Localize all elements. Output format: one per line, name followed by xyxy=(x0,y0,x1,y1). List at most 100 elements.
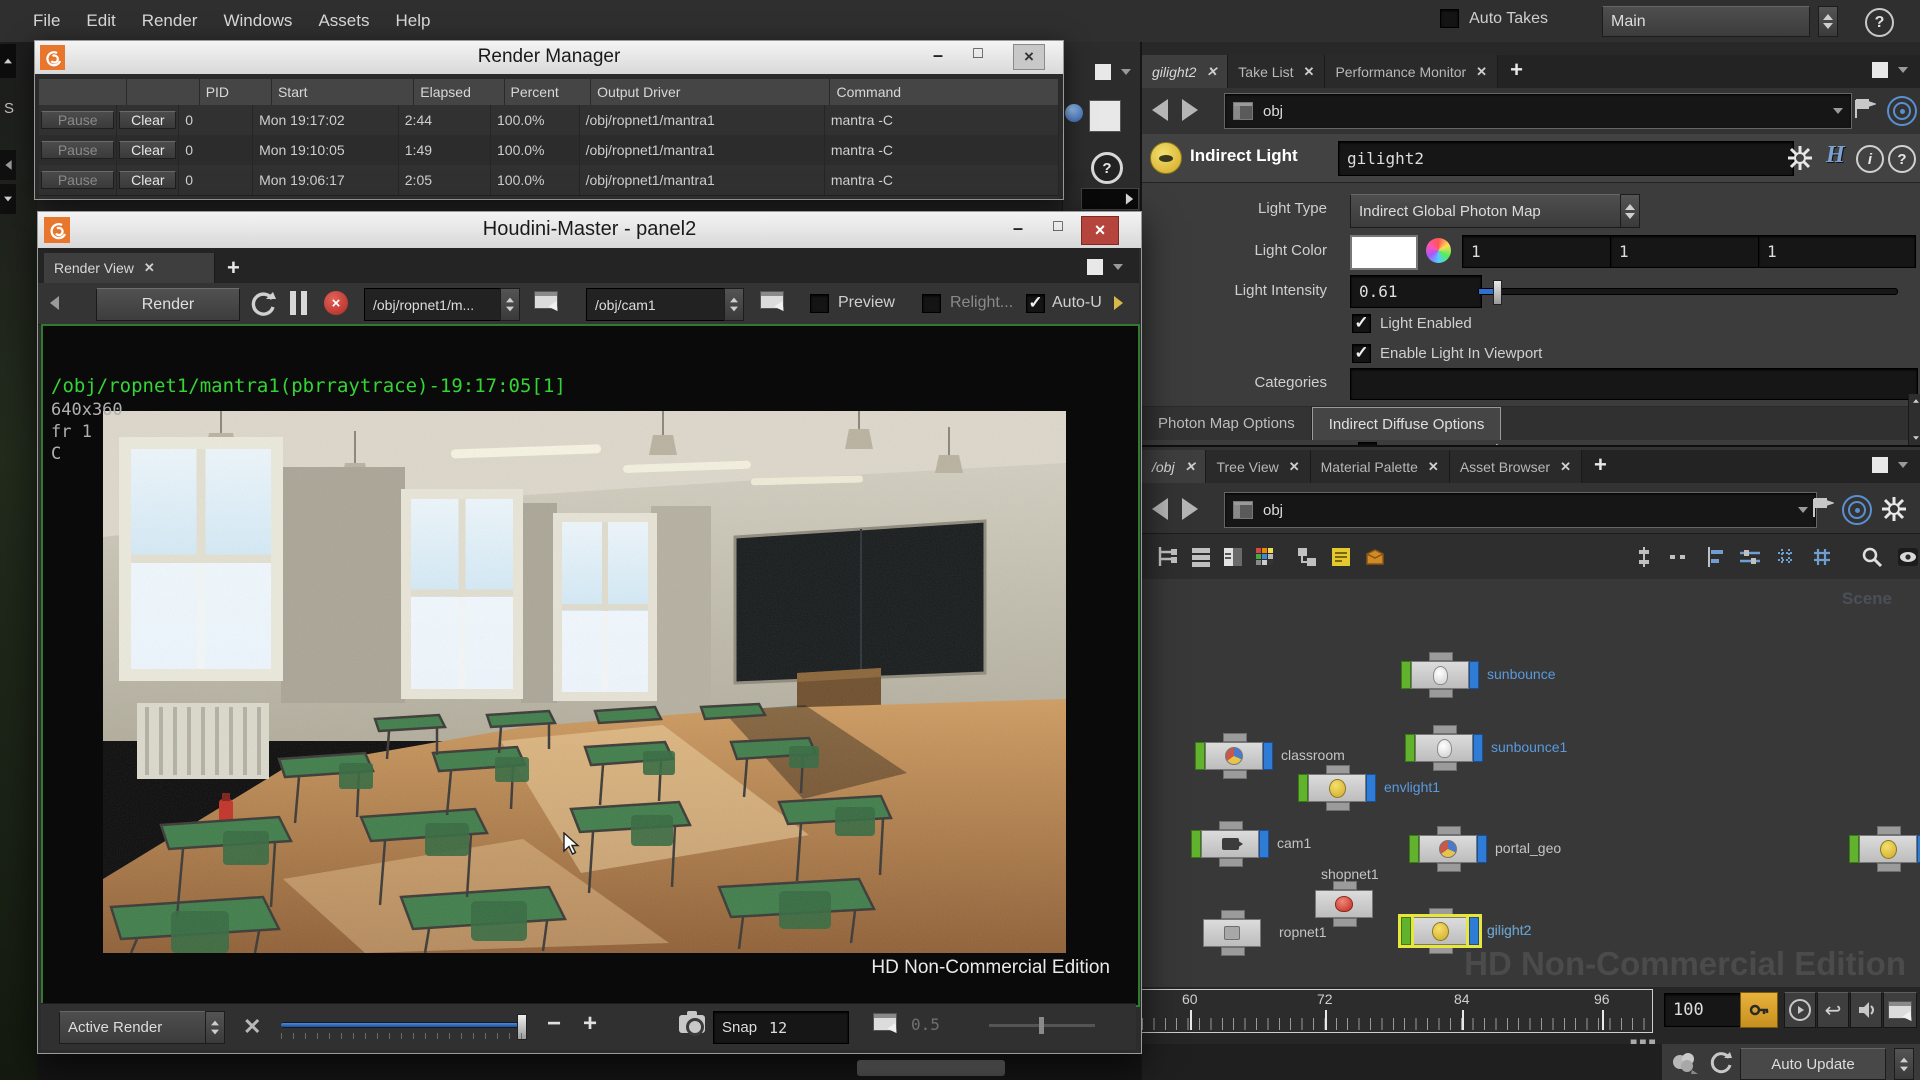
node-display-flag[interactable] xyxy=(1191,830,1201,858)
pin-icon[interactable] xyxy=(1810,495,1834,521)
close-tab-icon[interactable]: ✕ xyxy=(1560,459,1571,475)
node-output-connector[interactable] xyxy=(1223,770,1247,779)
light-intensity-field[interactable]: 0.61 xyxy=(1350,275,1482,308)
overflow-button[interactable] xyxy=(1081,188,1139,210)
render-viewport[interactable]: /obj/ropnet1/mantra1(pbrraytrace)-19:17:… xyxy=(41,324,1140,1007)
checkbox-light-enabled[interactable]: ✓ xyxy=(1352,314,1371,333)
close-tab-icon[interactable]: ✕ xyxy=(1289,459,1300,475)
node-input-connector[interactable] xyxy=(1433,725,1457,734)
menu-item-edit[interactable]: Edit xyxy=(75,5,126,37)
list-view-icon[interactable] xyxy=(1188,544,1214,570)
render-flipbook-button[interactable] xyxy=(1883,992,1917,1028)
align-h-icon[interactable] xyxy=(1737,544,1763,570)
new-tab-button[interactable]: + xyxy=(215,253,252,283)
timeline-ruler[interactable]: 60728496 xyxy=(1142,989,1653,1033)
close-tab-icon[interactable]: ✕ xyxy=(1206,64,1217,80)
node-render-flag[interactable] xyxy=(1473,734,1483,762)
subtab-photon-map-options[interactable]: Photon Map Options xyxy=(1142,407,1312,440)
path-field[interactable]: obj xyxy=(1224,492,1817,528)
network-canvas[interactable]: Scene HD Non-Commercial Edition sunbounc… xyxy=(1142,579,1920,987)
node-output-connector[interactable] xyxy=(1429,945,1453,954)
tree-view-icon[interactable] xyxy=(1154,544,1180,570)
preview-checkbox[interactable] xyxy=(810,294,829,313)
snapshot-field[interactable]: Snap 12 xyxy=(713,1011,849,1044)
rop-spinner[interactable] xyxy=(500,288,520,321)
color-wheel-icon[interactable] xyxy=(1426,238,1451,263)
clear-image-icon[interactable]: ✕ xyxy=(243,1014,261,1040)
close-tab-icon[interactable]: ✕ xyxy=(1428,459,1439,475)
node-input-connector[interactable] xyxy=(1437,826,1461,835)
menu-item-assets[interactable]: Assets xyxy=(307,5,380,37)
zoom-icon[interactable] xyxy=(1859,544,1885,570)
snapshot-camera-icon[interactable] xyxy=(679,1015,705,1033)
scroll-left-icon[interactable] xyxy=(0,150,16,180)
node-render-flag[interactable] xyxy=(1263,742,1273,770)
close-tab-icon[interactable]: ✕ xyxy=(1304,64,1315,80)
node-input-connector[interactable] xyxy=(1429,652,1453,661)
node-input-connector[interactable] xyxy=(1877,826,1901,835)
auto-takes-checkbox[interactable] xyxy=(1440,9,1459,28)
nav-back-icon[interactable] xyxy=(1152,99,1168,121)
node-body[interactable] xyxy=(1315,890,1373,918)
pane-menu-icon[interactable] xyxy=(1898,462,1908,468)
render-job-row[interactable]: PauseClear0Mon 19:10:051:49100.0%/obj/ro… xyxy=(39,135,1059,165)
render-view-tab[interactable]: Render View ✕ xyxy=(44,253,215,283)
tab-take-list[interactable]: Take List✕ xyxy=(1228,55,1325,88)
path-dropdown-icon[interactable] xyxy=(1833,108,1843,114)
close-button[interactable]: × xyxy=(1081,216,1119,245)
node-render-flag[interactable] xyxy=(1366,774,1376,802)
help-icon[interactable]: ? xyxy=(1865,8,1894,37)
slider-handle[interactable] xyxy=(1493,280,1502,305)
node-output-connector[interactable] xyxy=(1326,802,1350,811)
render-manager-titlebar[interactable]: Render Manager – □ × xyxy=(35,41,1063,74)
pane-menu-icon[interactable] xyxy=(1898,67,1908,73)
subtab-indirect-diffuse-options[interactable]: Indirect Diffuse Options xyxy=(1312,407,1502,442)
node-input-connector[interactable] xyxy=(1223,733,1247,742)
params-scrollbar[interactable] xyxy=(1908,394,1920,445)
close-tab-icon[interactable]: ✕ xyxy=(144,260,155,276)
gear-icon[interactable] xyxy=(1786,144,1814,172)
layout-icon[interactable] xyxy=(1294,544,1320,570)
gear-icon[interactable] xyxy=(1880,495,1908,523)
node-input-connector[interactable] xyxy=(1429,908,1453,917)
node-input-connector[interactable] xyxy=(1333,881,1357,890)
pane-maximize-icon[interactable] xyxy=(1087,259,1103,275)
display-mode-selector[interactable]: Active Render xyxy=(59,1011,221,1044)
zoom-in-button[interactable]: + xyxy=(583,1010,597,1038)
node-body[interactable] xyxy=(1205,742,1263,770)
menu-item-render[interactable]: Render xyxy=(131,5,209,37)
maximize-button[interactable]: □ xyxy=(1045,218,1071,240)
node-body[interactable] xyxy=(1201,830,1259,858)
auto-update-checkbox[interactable]: ✓ xyxy=(1026,294,1045,313)
node-display-flag[interactable] xyxy=(1849,835,1859,863)
checkbox-enable-light-in-viewport[interactable]: ✓ xyxy=(1352,344,1371,363)
help-icon[interactable]: ? xyxy=(1091,152,1123,184)
collapse-toolbar-icon[interactable] xyxy=(50,296,59,310)
follow-selection-icon[interactable] xyxy=(1842,495,1872,525)
relight-checkbox[interactable] xyxy=(922,294,941,313)
playback-controls-button[interactable] xyxy=(1784,992,1816,1028)
tab-asset-browser[interactable]: Asset Browser✕ xyxy=(1450,450,1582,483)
visibility-icon[interactable] xyxy=(1895,544,1920,570)
node-input-connector[interactable] xyxy=(1221,910,1245,919)
node-render-flag[interactable] xyxy=(1469,917,1479,945)
update-mode-spinner[interactable] xyxy=(1894,1048,1914,1080)
sticky-note-icon[interactable] xyxy=(1328,544,1354,570)
grid-icon[interactable] xyxy=(1809,544,1835,570)
snap-grid-icon[interactable] xyxy=(1773,544,1799,570)
categories-field[interactable] xyxy=(1350,368,1918,400)
node-display-flag[interactable] xyxy=(1405,734,1415,762)
path-dropdown-icon[interactable] xyxy=(1798,507,1808,513)
node-output-connector[interactable] xyxy=(1437,863,1461,872)
shelf-box-icon[interactable] xyxy=(1362,544,1388,570)
clear-button[interactable]: Clear xyxy=(119,141,176,159)
node-display-flag[interactable] xyxy=(1195,742,1205,770)
refresh-render-icon[interactable] xyxy=(250,290,278,318)
render-button[interactable]: Render xyxy=(96,288,240,321)
light-color-component-2[interactable]: 1 xyxy=(1758,235,1916,268)
nav-forward-icon[interactable] xyxy=(1182,99,1198,121)
nav-forward-icon[interactable] xyxy=(1182,498,1198,520)
pane-menu-icon[interactable] xyxy=(1113,264,1123,270)
render-job-row[interactable]: PauseClear0Mon 19:06:172:05100.0%/obj/ro… xyxy=(39,165,1059,195)
choose-rop-icon[interactable] xyxy=(534,291,558,309)
